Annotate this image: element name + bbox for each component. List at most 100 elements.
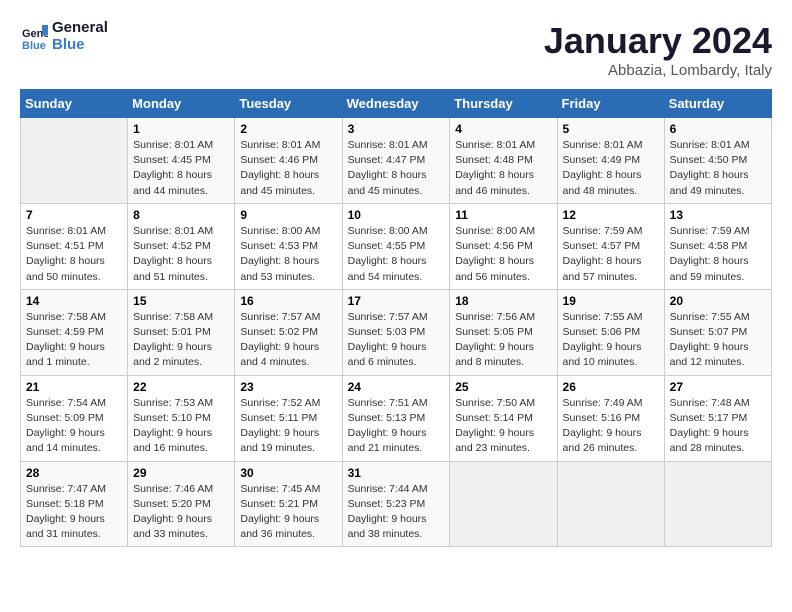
day-number: 20 (670, 294, 766, 308)
day-cell: 6 Sunrise: 8:01 AMSunset: 4:50 PMDaylight… (664, 118, 771, 204)
day-cell: 24 Sunrise: 7:51 AMSunset: 5:13 PMDayligh… (342, 375, 450, 461)
day-info: Sunrise: 7:50 AMSunset: 5:14 PMDaylight:… (455, 396, 551, 457)
day-cell: 7 Sunrise: 8:01 AMSunset: 4:51 PMDaylight… (21, 203, 128, 289)
day-number: 8 (133, 208, 229, 222)
day-info: Sunrise: 7:58 AMSunset: 5:01 PMDaylight:… (133, 310, 229, 371)
day-info: Sunrise: 8:01 AMSunset: 4:46 PMDaylight:… (240, 138, 336, 199)
day-cell: 23 Sunrise: 7:52 AMSunset: 5:11 PMDayligh… (235, 375, 342, 461)
day-info: Sunrise: 7:52 AMSunset: 5:11 PMDaylight:… (240, 396, 336, 457)
day-cell: 22 Sunrise: 7:53 AMSunset: 5:10 PMDayligh… (128, 375, 235, 461)
logo-blue: Blue (52, 37, 108, 54)
day-info: Sunrise: 8:01 AMSunset: 4:45 PMDaylight:… (133, 138, 229, 199)
day-number: 10 (348, 208, 445, 222)
day-info: Sunrise: 7:57 AMSunset: 5:02 PMDaylight:… (240, 310, 336, 371)
day-cell: 3Sunrise: 8:01 AMSunset: 4:47 PMDaylight… (342, 118, 450, 204)
day-cell: 17 Sunrise: 7:57 AMSunset: 5:03 PMDayligh… (342, 289, 450, 375)
day-info: Sunrise: 7:51 AMSunset: 5:13 PMDaylight:… (348, 396, 445, 457)
day-info: Sunrise: 8:01 AMSunset: 4:50 PMDaylight:… (670, 138, 766, 199)
day-info: Sunrise: 8:01 AMSunset: 4:47 PMDaylight:… (348, 138, 445, 199)
day-number: 24 (348, 380, 445, 394)
day-info: Sunrise: 7:47 AMSunset: 5:18 PMDaylight:… (26, 482, 122, 543)
day-number: 13 (670, 208, 766, 222)
week-row-4: 21 Sunrise: 7:54 AMSunset: 5:09 PMDayligh… (21, 375, 772, 461)
day-number: 11 (455, 208, 551, 222)
day-info: Sunrise: 7:48 AMSunset: 5:17 PMDaylight:… (670, 396, 766, 457)
day-number: 30 (240, 466, 336, 480)
logo: General Blue General Blue (20, 20, 108, 53)
day-cell: 11 Sunrise: 8:00 AMSunset: 4:56 PMDayligh… (450, 203, 557, 289)
day-cell: 30 Sunrise: 7:45 AMSunset: 5:21 PMDayligh… (235, 461, 342, 547)
header-row: SundayMondayTuesdayWednesdayThursdayFrid… (21, 90, 772, 118)
header-monday: Monday (128, 90, 235, 118)
header-wednesday: Wednesday (342, 90, 450, 118)
day-number: 2 (240, 122, 336, 136)
day-cell: 5Sunrise: 8:01 AMSunset: 4:49 PMDaylight… (557, 118, 664, 204)
calendar-table: SundayMondayTuesdayWednesdayThursdayFrid… (20, 89, 772, 547)
day-number: 12 (563, 208, 659, 222)
day-cell: 12Sunrise: 7:59 AMSunset: 4:57 PMDayligh… (557, 203, 664, 289)
day-number: 23 (240, 380, 336, 394)
day-cell: 14Sunrise: 7:58 AMSunset: 4:59 PMDayligh… (21, 289, 128, 375)
header-sunday: Sunday (21, 90, 128, 118)
day-info: Sunrise: 8:01 AMSunset: 4:49 PMDaylight:… (563, 138, 659, 199)
header-thursday: Thursday (450, 90, 557, 118)
day-info: Sunrise: 7:55 AMSunset: 5:06 PMDaylight:… (563, 310, 659, 371)
day-number: 31 (348, 466, 445, 480)
svg-text:Blue: Blue (22, 40, 46, 51)
day-info: Sunrise: 7:49 AMSunset: 5:16 PMDaylight:… (563, 396, 659, 457)
day-info: Sunrise: 7:56 AMSunset: 5:05 PMDaylight:… (455, 310, 551, 371)
day-info: Sunrise: 7:57 AMSunset: 5:03 PMDaylight:… (348, 310, 445, 371)
day-info: Sunrise: 7:55 AMSunset: 5:07 PMDaylight:… (670, 310, 766, 371)
day-info: Sunrise: 8:01 AMSunset: 4:52 PMDaylight:… (133, 224, 229, 285)
day-number: 4 (455, 122, 551, 136)
day-cell: 2 Sunrise: 8:01 AMSunset: 4:46 PMDaylight… (235, 118, 342, 204)
title-block: January 2024 Abbazia, Lombardy, Italy (544, 20, 772, 79)
day-cell: 19Sunrise: 7:55 AMSunset: 5:06 PMDayligh… (557, 289, 664, 375)
header-saturday: Saturday (664, 90, 771, 118)
day-cell: 25 Sunrise: 7:50 AMSunset: 5:14 PMDayligh… (450, 375, 557, 461)
day-cell: 13Sunrise: 7:59 AMSunset: 4:58 PMDayligh… (664, 203, 771, 289)
day-number: 6 (670, 122, 766, 136)
month-title: January 2024 (544, 20, 772, 62)
day-number: 21 (26, 380, 122, 394)
day-cell: 9 Sunrise: 8:00 AMSunset: 4:53 PMDaylight… (235, 203, 342, 289)
day-cell: 16 Sunrise: 7:57 AMSunset: 5:02 PMDayligh… (235, 289, 342, 375)
location: Abbazia, Lombardy, Italy (544, 62, 772, 79)
day-cell: 10Sunrise: 8:00 AMSunset: 4:55 PMDayligh… (342, 203, 450, 289)
day-cell (664, 461, 771, 547)
day-info: Sunrise: 7:45 AMSunset: 5:21 PMDaylight:… (240, 482, 336, 543)
day-number: 22 (133, 380, 229, 394)
day-cell (450, 461, 557, 547)
day-cell: 26 Sunrise: 7:49 AMSunset: 5:16 PMDayligh… (557, 375, 664, 461)
day-number: 9 (240, 208, 336, 222)
day-cell: 8 Sunrise: 8:01 AMSunset: 4:52 PMDaylight… (128, 203, 235, 289)
day-info: Sunrise: 7:53 AMSunset: 5:10 PMDaylight:… (133, 396, 229, 457)
day-number: 7 (26, 208, 122, 222)
day-number: 16 (240, 294, 336, 308)
day-number: 25 (455, 380, 551, 394)
day-number: 17 (348, 294, 445, 308)
page-header: General Blue General Blue January 2024 A… (20, 20, 772, 79)
day-info: Sunrise: 7:46 AMSunset: 5:20 PMDaylight:… (133, 482, 229, 543)
day-info: Sunrise: 8:00 AMSunset: 4:56 PMDaylight:… (455, 224, 551, 285)
week-row-2: 7 Sunrise: 8:01 AMSunset: 4:51 PMDaylight… (21, 203, 772, 289)
day-number: 29 (133, 466, 229, 480)
week-row-5: 28 Sunrise: 7:47 AMSunset: 5:18 PMDayligh… (21, 461, 772, 547)
day-info: Sunrise: 7:54 AMSunset: 5:09 PMDaylight:… (26, 396, 122, 457)
day-info: Sunrise: 8:01 AMSunset: 4:48 PMDaylight:… (455, 138, 551, 199)
header-tuesday: Tuesday (235, 90, 342, 118)
day-cell: 27 Sunrise: 7:48 AMSunset: 5:17 PMDayligh… (664, 375, 771, 461)
week-row-1: 1 Sunrise: 8:01 AMSunset: 4:45 PMDaylight… (21, 118, 772, 204)
day-info: Sunrise: 8:00 AMSunset: 4:53 PMDaylight:… (240, 224, 336, 285)
day-number: 14 (26, 294, 122, 308)
day-number: 28 (26, 466, 122, 480)
day-cell: 20 Sunrise: 7:55 AMSunset: 5:07 PMDayligh… (664, 289, 771, 375)
day-number: 1 (133, 122, 229, 136)
day-info: Sunrise: 8:01 AMSunset: 4:51 PMDaylight:… (26, 224, 122, 285)
day-cell: 29 Sunrise: 7:46 AMSunset: 5:20 PMDayligh… (128, 461, 235, 547)
day-cell: 31Sunrise: 7:44 AMSunset: 5:23 PMDayligh… (342, 461, 450, 547)
day-number: 26 (563, 380, 659, 394)
day-cell: 21 Sunrise: 7:54 AMSunset: 5:09 PMDayligh… (21, 375, 128, 461)
day-cell (21, 118, 128, 204)
day-number: 27 (670, 380, 766, 394)
